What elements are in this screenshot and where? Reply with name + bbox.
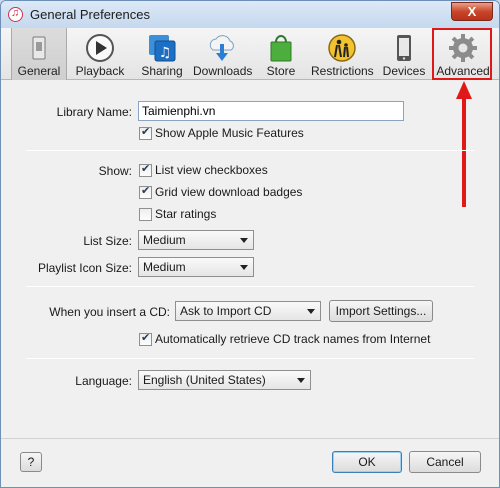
general-switch-icon	[32, 36, 46, 60]
tab-label: General	[17, 64, 61, 78]
playlist-icon-size-select[interactable]: Medium	[138, 257, 254, 277]
chevron-down-icon	[240, 265, 248, 270]
list-view-checkboxes-checkbox[interactable]	[139, 162, 152, 177]
list-view-checkboxes-row[interactable]: List view checkboxes	[139, 162, 299, 179]
svg-text:♫: ♫	[159, 45, 172, 61]
cloud-download-icon	[209, 35, 234, 61]
import-settings-button[interactable]: Import Settings...	[329, 300, 433, 322]
tab-devices[interactable]: Devices	[379, 28, 429, 80]
chevron-down-icon	[297, 378, 305, 383]
cancel-button[interactable]: Cancel	[409, 451, 481, 473]
show-apple-music-checkbox-row[interactable]: Show Apple Music Features	[139, 125, 339, 142]
tab-label: Downloads	[193, 64, 253, 78]
play-icon	[86, 34, 114, 62]
tab-downloads[interactable]: Downloads	[193, 28, 253, 80]
star-ratings-checkbox[interactable]	[139, 208, 152, 221]
chevron-down-icon	[307, 309, 315, 314]
store-bag-icon	[270, 35, 292, 62]
star-ratings-row[interactable]: Star ratings	[139, 207, 259, 223]
help-button[interactable]: ?	[20, 452, 42, 472]
tab-label: Restrictions	[311, 64, 374, 78]
tab-label: Devices	[382, 64, 426, 78]
grid-view-badges-label: Grid view download badges	[155, 185, 303, 199]
ok-button[interactable]: OK	[332, 451, 402, 473]
library-name-label: Library Name:	[56, 105, 132, 119]
advanced-highlight-box	[432, 28, 492, 80]
preferences-window: General Preferences X General Playback ♫	[0, 0, 500, 488]
list-size-select[interactable]: Medium	[138, 230, 254, 250]
tab-label: Store	[266, 64, 296, 78]
insert-cd-value: Ask to Import CD	[180, 304, 272, 318]
itunes-app-icon	[8, 7, 23, 22]
list-view-checkboxes-label: List view checkboxes	[155, 163, 268, 177]
language-label: Language:	[75, 374, 132, 388]
section-divider	[26, 150, 474, 151]
show-apple-music-label: Show Apple Music Features	[155, 126, 304, 140]
close-button[interactable]: X	[451, 2, 493, 21]
auto-retrieve-row[interactable]: Automatically retrieve CD track names fr…	[139, 331, 430, 348]
list-size-label: List Size:	[83, 234, 132, 248]
parental-restrictions-icon	[328, 34, 356, 62]
window-title: General Preferences	[30, 7, 150, 22]
tab-sharing[interactable]: ♫ Sharing	[135, 28, 189, 80]
insert-cd-label: When you insert a CD:	[49, 305, 170, 319]
tab-general[interactable]: General	[11, 28, 67, 80]
language-value: English (United States)	[143, 373, 266, 387]
tab-label: Sharing	[141, 64, 183, 78]
auto-retrieve-checkbox[interactable]	[139, 331, 152, 346]
tab-playback[interactable]: Playback	[71, 28, 129, 80]
list-size-value: Medium	[143, 233, 186, 247]
preferences-toolbar: General Playback ♫ Sharing Downloads Sto…	[1, 28, 499, 80]
playlist-icon-size-value: Medium	[143, 260, 186, 274]
auto-retrieve-label: Automatically retrieve CD track names fr…	[155, 332, 431, 346]
sharing-music-icon: ♫	[149, 35, 176, 62]
title-bar: General Preferences X	[1, 1, 499, 28]
tab-store[interactable]: Store	[257, 28, 305, 80]
language-select[interactable]: English (United States)	[138, 370, 311, 390]
show-apple-music-checkbox[interactable]	[139, 125, 152, 140]
section-divider	[26, 358, 474, 359]
library-name-input[interactable]	[138, 101, 404, 121]
device-phone-icon	[397, 35, 411, 61]
star-ratings-label: Star ratings	[155, 207, 217, 221]
playlist-icon-size-label: Playlist Icon Size:	[37, 261, 132, 275]
grid-view-badges-row[interactable]: Grid view download badges	[139, 184, 319, 201]
tab-label: Playback	[75, 64, 125, 78]
show-label: Show:	[98, 164, 132, 178]
chevron-down-icon	[240, 238, 248, 243]
section-divider	[26, 286, 474, 287]
insert-cd-select[interactable]: Ask to Import CD	[175, 301, 321, 321]
annotation-arrow-line	[462, 97, 466, 207]
tab-restrictions[interactable]: Restrictions	[311, 28, 374, 80]
footer-divider	[1, 438, 499, 439]
grid-view-badges-checkbox[interactable]	[139, 184, 152, 199]
